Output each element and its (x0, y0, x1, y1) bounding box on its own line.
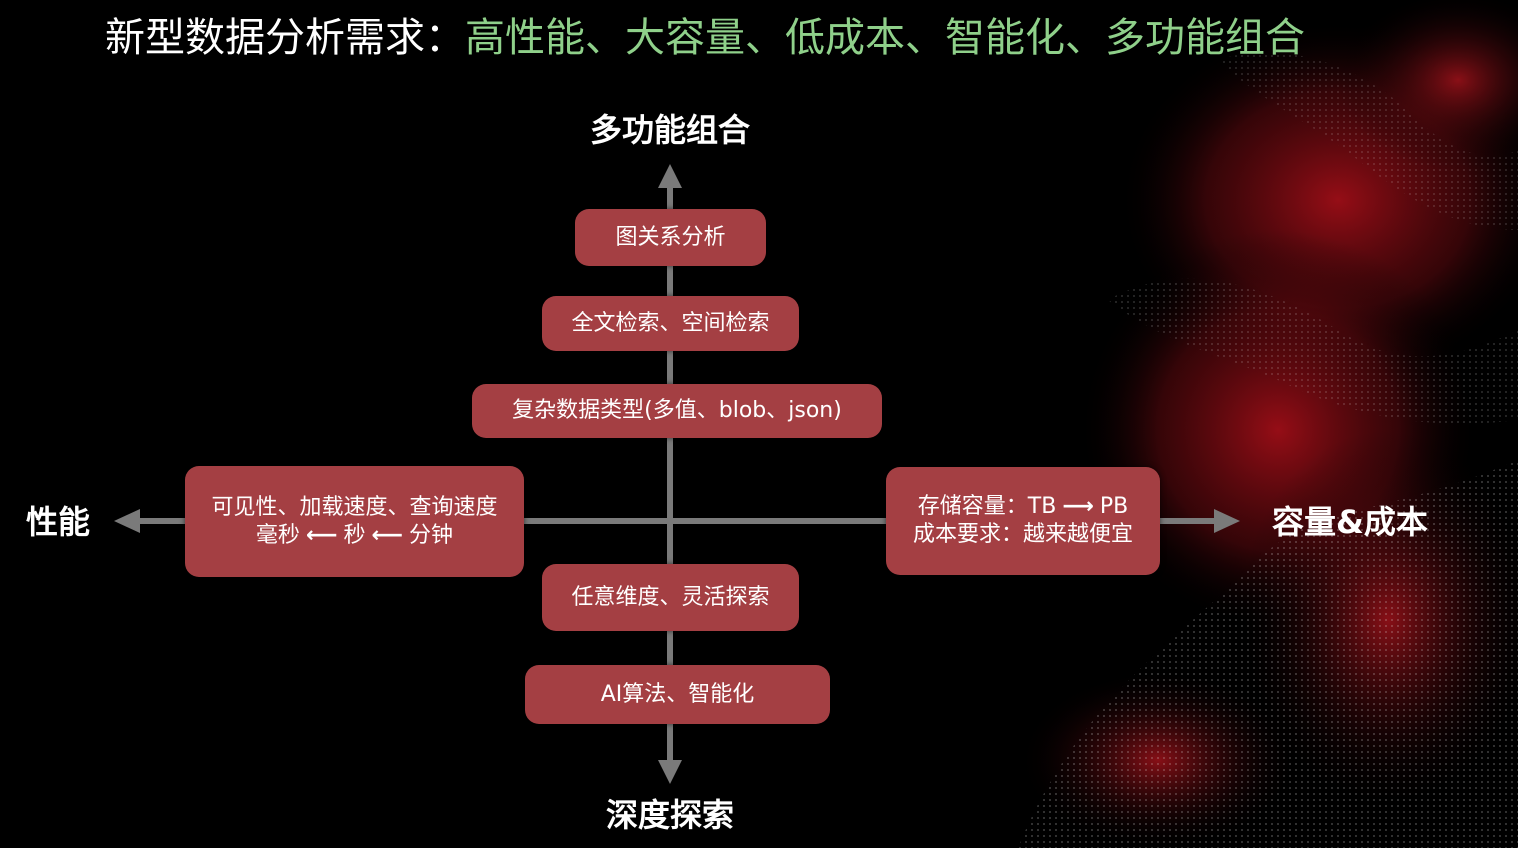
axis-arrow-left (114, 509, 140, 533)
box-capacity-line2: 成本要求：越来越便宜 (912, 522, 1133, 547)
left-arrow-icon: ⟵ (371, 522, 404, 548)
right-arrow-icon: ⟶ (1062, 494, 1094, 519)
axis-label-left: 性能 (26, 503, 91, 541)
box-capacity-cost: 存储容量：TB ⟶ PB 成本要求：越来越便宜 (886, 467, 1160, 575)
box-graph-label: 图关系分析 (615, 224, 726, 250)
box-performance-line2: 毫秒 ⟵ 秒 ⟵ 分钟 (256, 522, 453, 550)
box-complex-label: 复杂数据类型(多值、blob、json) (512, 398, 842, 423)
box-capacity-line1: 存储容量：TB ⟶ PB (918, 493, 1128, 521)
perf-ms: 毫秒 (255, 522, 300, 548)
cap-prefix: 存储容量：TB (917, 494, 1057, 519)
cap-suffix: PB (1099, 494, 1129, 519)
axis-label-bottom: 深度探索 (605, 796, 734, 834)
left-arrow-icon: ⟵ (305, 522, 338, 548)
box-performance: 可见性、加载速度、查询速度 毫秒 ⟵ 秒 ⟵ 分钟 (185, 466, 524, 577)
box-explore-label: 任意维度、灵活探索 (571, 584, 770, 610)
box-fulltext-spatial: 全文检索、空间检索 (542, 296, 799, 351)
axis-arrow-right (1214, 509, 1240, 533)
box-graph-analysis: 图关系分析 (575, 209, 766, 266)
perf-s: 秒 (343, 522, 366, 548)
box-performance-line1: 可见性、加载速度、查询速度 (211, 494, 498, 520)
axis-arrow-down (658, 760, 682, 784)
axis-label-right: 容量&成本 (1272, 503, 1428, 541)
box-ai: AI算法、智能化 (525, 665, 830, 724)
box-explore: 任意维度、灵活探索 (542, 564, 799, 631)
perf-min: 分钟 (409, 522, 454, 548)
box-fulltext-label: 全文检索、空间检索 (571, 310, 770, 336)
box-ai-label: AI算法、智能化 (600, 681, 755, 707)
axis-arrow-up (658, 164, 682, 188)
axis-label-top: 多功能组合 (589, 111, 750, 149)
box-complex-types: 复杂数据类型(多值、blob、json) (472, 384, 882, 438)
